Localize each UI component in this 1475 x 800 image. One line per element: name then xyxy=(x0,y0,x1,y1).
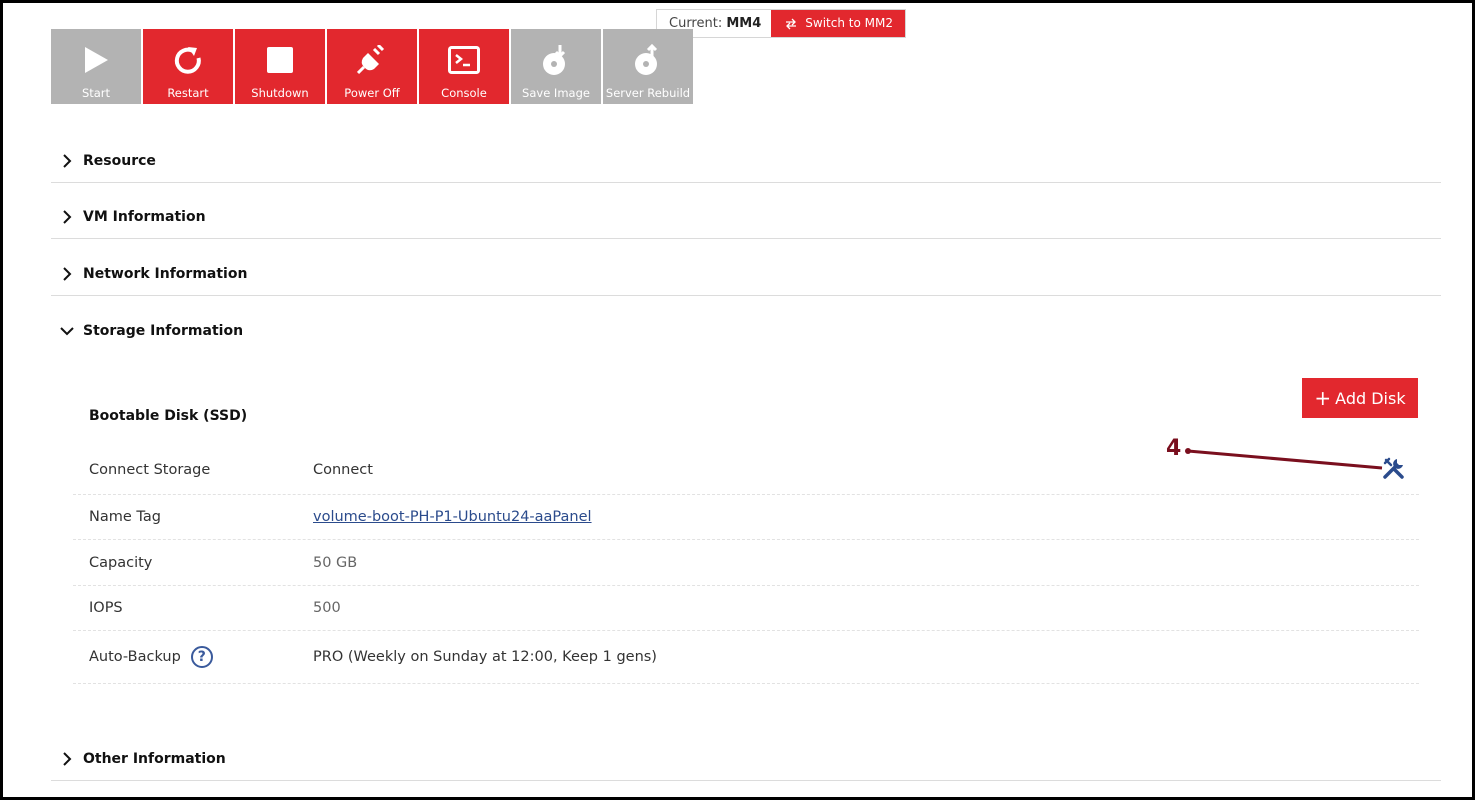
row-key: Auto-Backup xyxy=(89,649,181,665)
help-icon[interactable]: ? xyxy=(190,646,213,668)
save-image-button[interactable]: Save Image xyxy=(511,29,601,104)
play-icon xyxy=(83,38,109,82)
wrench-icon[interactable] xyxy=(1382,456,1406,484)
console-label: Console xyxy=(441,86,487,100)
name-tag-link[interactable]: volume-boot-PH-P1-Ubuntu24-aaPanel xyxy=(313,509,592,525)
mm-current-value: MM4 xyxy=(726,16,762,31)
server-rebuild-label: Server Rebuild xyxy=(605,86,691,100)
restart-icon xyxy=(173,38,203,82)
chevron-right-icon xyxy=(51,210,83,224)
section-network-information[interactable]: Network Information xyxy=(51,253,1441,296)
row-key: Connect Storage xyxy=(89,462,211,478)
switch-mm-label: Switch to MM2 xyxy=(805,16,893,30)
disk-title: Bootable Disk (SSD) xyxy=(89,408,248,424)
rebuild-icon xyxy=(634,38,662,82)
table-row: Auto-Backup ? PRO (Weekly on Sunday at 1… xyxy=(73,631,1419,684)
power-off-label: Power Off xyxy=(344,86,400,100)
annotation-number: 4 xyxy=(1166,436,1182,461)
row-key: Capacity xyxy=(89,554,153,571)
chevron-right-icon xyxy=(51,752,83,766)
save-image-label: Save Image xyxy=(522,86,590,100)
terminal-icon xyxy=(448,38,480,82)
row-key: IOPS xyxy=(89,600,123,616)
row-value: volume-boot-PH-P1-Ubuntu24-aaPanel xyxy=(313,509,592,525)
table-row: IOPS 500 xyxy=(73,586,1419,631)
section-vm-information[interactable]: VM Information xyxy=(51,196,1441,239)
start-label: Start xyxy=(81,86,111,100)
row-key-wrap: Auto-Backup ? xyxy=(73,646,313,668)
disk-icon xyxy=(542,38,570,82)
section-title: VM Information xyxy=(83,209,206,225)
chevron-down-icon xyxy=(51,326,83,336)
section-title: Resource xyxy=(83,153,156,169)
row-value: 50 GB xyxy=(313,554,358,571)
section-title: Other Information xyxy=(83,751,226,767)
restart-label: Restart xyxy=(167,86,209,100)
section-storage-information[interactable]: Storage Information xyxy=(51,309,1441,352)
power-off-button[interactable]: Power Off xyxy=(327,29,417,104)
start-button[interactable]: Start xyxy=(51,29,141,104)
add-disk-label: Add Disk xyxy=(1335,388,1406,408)
row-value: Connect xyxy=(313,462,373,478)
server-action-toolbar: Start Restart Shutdown Power Off Console… xyxy=(51,29,693,104)
console-button[interactable]: Console xyxy=(419,29,509,104)
section-title: Network Information xyxy=(83,266,248,282)
section-other-information[interactable]: Other Information xyxy=(51,738,1441,781)
server-rebuild-button[interactable]: Server Rebuild xyxy=(603,29,693,104)
chevron-right-icon xyxy=(51,267,83,281)
stop-icon xyxy=(266,38,294,82)
table-row: Connect Storage Connect xyxy=(73,446,1419,495)
section-resource[interactable]: Resource xyxy=(51,140,1441,183)
section-title: Storage Information xyxy=(83,322,244,339)
table-row: Name Tag volume-boot-PH-P1-Ubuntu24-aaPa… xyxy=(73,495,1419,540)
shutdown-label: Shutdown xyxy=(251,86,309,100)
restart-button[interactable]: Restart xyxy=(143,29,233,104)
row-value: PRO (Weekly on Sunday at 12:00, Keep 1 g… xyxy=(313,649,657,665)
shutdown-button[interactable]: Shutdown xyxy=(235,29,325,104)
switch-mm-button[interactable]: Switch to MM2 xyxy=(771,10,905,37)
swap-icon xyxy=(786,18,797,29)
plus-icon: + xyxy=(1314,386,1332,410)
add-disk-button[interactable]: + Add Disk xyxy=(1302,378,1418,418)
table-row: Capacity 50 GB xyxy=(73,540,1419,586)
row-key: Name Tag xyxy=(89,509,161,525)
plug-icon xyxy=(357,38,387,82)
mm-switcher: Current: MM4 Switch to MM2 xyxy=(656,9,906,38)
row-value: 500 xyxy=(313,600,341,616)
chevron-right-icon xyxy=(51,154,83,168)
